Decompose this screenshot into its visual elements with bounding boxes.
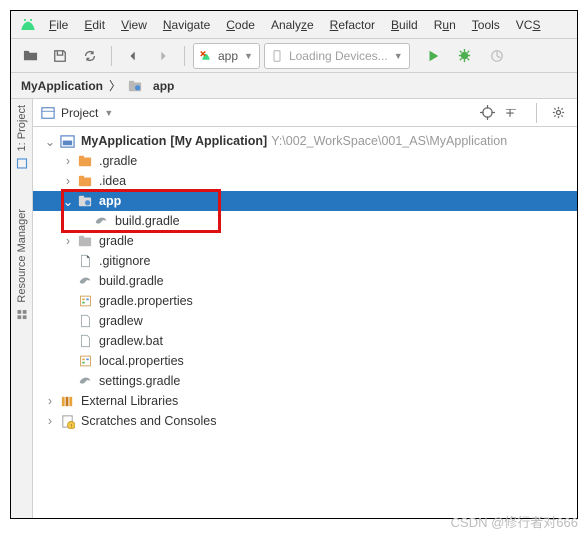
locate-icon[interactable]: [476, 102, 498, 124]
chevron-down-icon[interactable]: ⌄: [43, 134, 57, 149]
menu-view[interactable]: View: [115, 16, 153, 34]
save-all-button[interactable]: [47, 43, 73, 69]
tree-root-desc: [My Application]: [170, 134, 267, 148]
android-studio-logo-icon: [17, 14, 39, 36]
chevron-down-icon: ▼: [104, 108, 113, 118]
forward-button[interactable]: [150, 43, 176, 69]
menu-refactor[interactable]: Refactor: [324, 16, 381, 34]
sidebar-project-tab[interactable]: 1: Project: [16, 105, 28, 169]
menu-navigate[interactable]: Navigate: [157, 16, 216, 34]
menu-analyze[interactable]: Analyze: [265, 16, 320, 34]
menu-run[interactable]: Run: [428, 16, 462, 34]
tree-row-app[interactable]: ⌄ app: [33, 191, 577, 211]
tree-row-root[interactable]: ⌄ MyApplication [My Application] Y:\002_…: [33, 131, 577, 151]
breadcrumb-root[interactable]: MyApplication: [21, 79, 103, 93]
project-tool-window: Project ▼ — ⌄ MyApplication [My Appli: [33, 99, 577, 518]
device-label: Loading Devices...: [289, 49, 388, 63]
toolbar-divider: [184, 46, 185, 66]
project-tree[interactable]: ⌄ MyApplication [My Application] Y:\002_…: [33, 127, 577, 518]
sync-button[interactable]: [77, 43, 103, 69]
module-folder-icon: [127, 78, 143, 94]
menu-build[interactable]: Build: [385, 16, 424, 34]
chevron-right-icon[interactable]: ›: [61, 154, 75, 168]
android-x-icon: [200, 50, 212, 62]
menu-edit[interactable]: Edit: [78, 16, 111, 34]
tree-row-idea-dir[interactable]: › .idea: [33, 171, 577, 191]
run-config-label: app: [218, 49, 238, 63]
header-divider: [536, 103, 537, 123]
chevron-down-icon: ▼: [244, 51, 253, 61]
chevron-right-icon[interactable]: ›: [61, 234, 75, 248]
tree-root-name: MyApplication: [81, 134, 166, 148]
gradle-file-icon: [77, 273, 93, 289]
resource-icon: [16, 309, 28, 321]
watermark-text: CSDN @修行者对666: [451, 512, 578, 531]
tree-row-gradlew[interactable]: gradlew: [33, 311, 577, 331]
breadcrumb-current[interactable]: app: [153, 79, 174, 93]
file-icon: [77, 253, 93, 269]
menu-vcs[interactable]: VCS: [510, 16, 547, 34]
project-view-dropdown[interactable]: Project ▼: [41, 106, 113, 120]
menu-file[interactable]: File: [43, 16, 74, 34]
menu-tools[interactable]: Tools: [466, 16, 506, 34]
profile-button[interactable]: [484, 43, 510, 69]
project-panel-header: Project ▼ —: [33, 99, 577, 127]
tree-row-app-build-gradle[interactable]: build.gradle: [33, 211, 577, 231]
libraries-icon: [59, 393, 75, 409]
gradle-file-icon: [77, 373, 93, 389]
tool-window-sidebar: 1: Project Resource Manager: [11, 99, 33, 518]
gear-icon[interactable]: [547, 102, 569, 124]
back-button[interactable]: [120, 43, 146, 69]
collapse-all-icon[interactable]: —: [504, 102, 526, 124]
module-folder-icon: [77, 193, 93, 209]
chevron-right-icon: 〉: [109, 77, 121, 94]
gradle-file-icon: [93, 213, 109, 229]
tree-row-gradle-dir[interactable]: › .gradle: [33, 151, 577, 171]
run-button[interactable]: [420, 43, 446, 69]
tree-row-build-gradle[interactable]: build.gradle: [33, 271, 577, 291]
chevron-right-icon[interactable]: ›: [43, 414, 57, 428]
open-button[interactable]: [17, 43, 43, 69]
properties-file-icon: [77, 293, 93, 309]
project-icon: [16, 157, 28, 169]
folder-icon: [77, 153, 93, 169]
chevron-right-icon[interactable]: ›: [43, 394, 57, 408]
tree-root-path: Y:\002_WorkSpace\001_AS\MyApplication: [271, 134, 507, 148]
project-root-icon: [59, 133, 75, 149]
toolbar-divider: [111, 46, 112, 66]
tree-row-external-libs[interactable]: › External Libraries: [33, 391, 577, 411]
tree-row-scratches[interactable]: › ! Scratches and Consoles: [33, 411, 577, 431]
chevron-down-icon[interactable]: ⌄: [61, 194, 75, 209]
tree-row-settings-gradle[interactable]: settings.gradle: [33, 371, 577, 391]
menu-bar: File Edit View Navigate Code Analyze Ref…: [11, 11, 577, 39]
tree-row-gitignore[interactable]: .gitignore: [33, 251, 577, 271]
breadcrumb: MyApplication 〉 app: [11, 73, 577, 99]
run-config-dropdown[interactable]: app ▼: [193, 43, 260, 69]
project-view-icon: [41, 106, 55, 120]
folder-icon: [77, 233, 93, 249]
sidebar-resource-manager-tab[interactable]: Resource Manager: [16, 209, 28, 321]
tree-row-local-properties[interactable]: local.properties: [33, 351, 577, 371]
folder-icon: [77, 173, 93, 189]
device-icon: [271, 50, 283, 62]
menu-code[interactable]: Code: [220, 16, 261, 34]
scratches-icon: !: [59, 413, 75, 429]
chevron-right-icon[interactable]: ›: [61, 174, 75, 188]
file-icon: [77, 313, 93, 329]
tree-row-gradlew-bat[interactable]: gradlew.bat: [33, 331, 577, 351]
tree-row-gradle-dir2[interactable]: › gradle: [33, 231, 577, 251]
tree-row-gradle-properties[interactable]: gradle.properties: [33, 291, 577, 311]
properties-file-icon: [77, 353, 93, 369]
debug-button[interactable]: [452, 43, 478, 69]
device-dropdown[interactable]: Loading Devices... ▼: [264, 43, 410, 69]
main-toolbar: app ▼ Loading Devices... ▼: [11, 39, 577, 73]
chevron-down-icon: ▼: [394, 51, 403, 61]
file-icon: [77, 333, 93, 349]
